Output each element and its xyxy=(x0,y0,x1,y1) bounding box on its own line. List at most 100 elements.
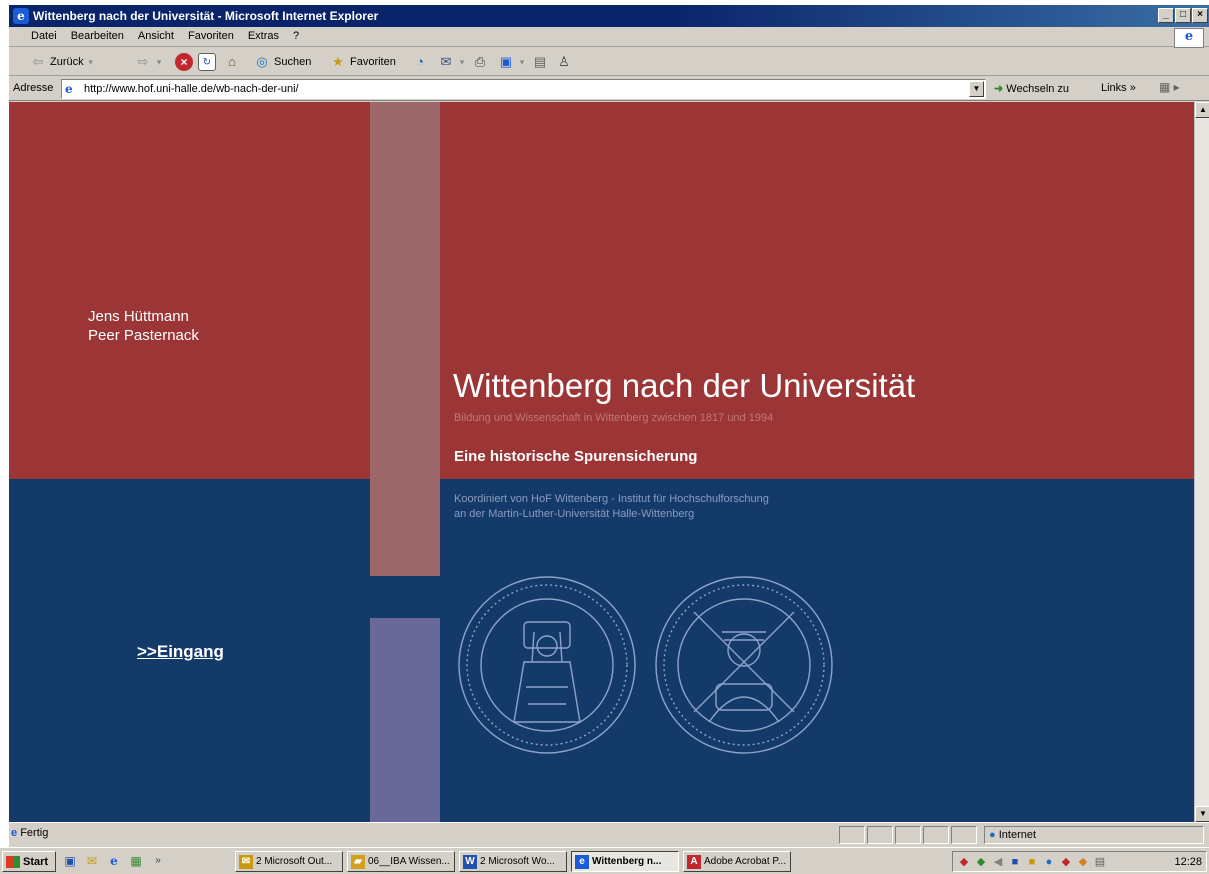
task-outlook[interactable]: ✉ 2 Microsoft Out... xyxy=(235,851,343,872)
desktop-icon[interactable]: ▣ xyxy=(62,853,78,869)
edit-button[interactable]: ▣ ▾ xyxy=(497,52,526,72)
coordination-line: an der Martin-Luther-Universität Halle-W… xyxy=(454,508,695,520)
task-label: 2 Microsoft Out... xyxy=(256,856,333,867)
more-chevron-icon[interactable]: » xyxy=(150,853,166,869)
search-label: Suchen xyxy=(274,56,312,68)
back-arrow-icon: ⇦ xyxy=(32,54,44,69)
start-button[interactable]: Start xyxy=(2,851,56,872)
scroll-up-button[interactable]: ▲ xyxy=(1195,102,1209,118)
dropdown-arrow-icon: ▾ xyxy=(156,57,162,67)
history-button[interactable]: ◔ xyxy=(411,52,429,72)
acrobat-task-icon: A xyxy=(687,854,701,869)
print-button[interactable]: ⎙ xyxy=(471,52,489,72)
menu-favoriten[interactable]: Favoriten xyxy=(188,30,234,42)
messenger-button[interactable]: ♙ xyxy=(555,52,573,72)
status-text: e Fertig xyxy=(11,827,48,839)
home-button[interactable]: ⌂ xyxy=(223,52,241,72)
dropdown-arrow-icon: ▾ xyxy=(88,57,93,67)
refresh-icon: ↻ xyxy=(198,53,216,71)
menu-extras[interactable]: Extras xyxy=(248,30,279,42)
folder-task-icon: ▰ xyxy=(351,854,365,869)
stop-icon: × xyxy=(175,53,193,71)
address-dropdown-button[interactable]: ▼ xyxy=(969,81,984,97)
address-label: Adresse xyxy=(13,82,54,94)
task-browser[interactable]: e Wittenberg n... xyxy=(571,851,679,872)
favorites-icon: ★ xyxy=(332,54,344,69)
internet-globe-icon: ● xyxy=(989,829,996,841)
task-word[interactable]: W 2 Microsoft Wo... xyxy=(459,851,567,872)
toolbar-extra-icon[interactable]: ▦ ▸ xyxy=(1159,80,1189,98)
university-seals-image xyxy=(458,576,833,754)
ie-logo-icon: e xyxy=(13,8,29,24)
seal-left-icon xyxy=(458,576,636,754)
tray-icon[interactable]: ◆ xyxy=(957,855,971,869)
security-zone: ● Internet xyxy=(984,826,1204,844)
ie-task-icon: e xyxy=(575,854,589,869)
status-panel xyxy=(839,826,865,844)
tray-icon[interactable]: ◆ xyxy=(1076,855,1090,869)
pillar-bottom xyxy=(370,618,440,822)
messenger-icon: ♙ xyxy=(558,54,570,69)
vertical-scrollbar[interactable]: ▲ ▼ xyxy=(1194,102,1209,822)
entry-link[interactable]: >>Eingang xyxy=(137,642,224,662)
forward-button[interactable]: ⇨ ▾ xyxy=(134,52,163,72)
toolbar: ⇦ Zurück ▾ ⇨ ▾ × ↻ ⌂ ◎ Suchen ★ Favorite… xyxy=(9,48,1209,76)
menu-datei[interactable]: Datei xyxy=(31,30,57,42)
status-panel xyxy=(895,826,921,844)
back-button[interactable]: ⇦ Zurück ▾ xyxy=(29,52,95,72)
status-label: Fertig xyxy=(20,827,49,839)
close-button[interactable]: × xyxy=(1192,8,1208,23)
maximize-button[interactable]: □ xyxy=(1175,8,1191,23)
links-button[interactable]: Links » xyxy=(1101,82,1136,94)
search-button[interactable]: ◎ Suchen xyxy=(253,52,311,72)
address-url: http://www.hof.uni-halle.de/wb-nach-der-… xyxy=(84,83,299,95)
go-button[interactable]: ➜ Wechseln zu xyxy=(994,82,1069,95)
menu-items: Datei Bearbeiten Ansicht Favoriten Extra… xyxy=(31,30,299,42)
search-icon: ◎ xyxy=(256,54,268,69)
status-panel xyxy=(951,826,977,844)
discuss-icon: ▤ xyxy=(533,54,547,69)
mail-button[interactable]: ✉ ▾ xyxy=(437,52,466,72)
app-quicklaunch-icon[interactable]: ▦ xyxy=(128,853,144,869)
menu-ansicht[interactable]: Ansicht xyxy=(138,30,174,42)
task-label: 06__IBA Wissen... xyxy=(368,856,450,867)
address-input[interactable]: e http://www.hof.uni-halle.de/wb-nach-de… xyxy=(61,79,986,99)
tray-icon[interactable]: ▤ xyxy=(1093,855,1107,869)
zone-label: Internet xyxy=(998,829,1037,841)
window-controls: _ □ × xyxy=(1158,8,1208,23)
tray-icon[interactable]: ■ xyxy=(1025,855,1039,869)
menu-help[interactable]: ? xyxy=(293,30,299,42)
authors: Jens Hüttmann Peer Pasternack xyxy=(88,307,199,345)
task-folder[interactable]: ▰ 06__IBA Wissen... xyxy=(347,851,455,872)
scroll-down-button[interactable]: ▼ xyxy=(1195,806,1209,822)
title-bar[interactable]: e Wittenberg nach der Universität - Micr… xyxy=(9,5,1209,27)
start-label: Start xyxy=(23,855,49,868)
tray-icon[interactable]: ◆ xyxy=(974,855,988,869)
outlook-icon[interactable]: ✉ xyxy=(84,853,100,869)
status-bar: e Fertig ● Internet xyxy=(9,822,1209,847)
browser-window: e Wittenberg nach der Universität - Micr… xyxy=(8,4,1209,847)
stop-button[interactable]: × xyxy=(175,52,193,72)
outlook-task-icon: ✉ xyxy=(239,854,253,869)
print-icon: ⎙ xyxy=(474,54,486,69)
minimize-button[interactable]: _ xyxy=(1158,8,1174,23)
quick-launch: ▣ ✉ e ▦ » xyxy=(62,853,166,869)
forward-arrow-icon: ⇨ xyxy=(137,54,149,69)
network-icon[interactable]: ● xyxy=(1042,855,1056,869)
status-panel xyxy=(867,826,893,844)
task-label: Wittenberg n... xyxy=(592,856,662,867)
task-acrobat[interactable]: A Adobe Acrobat P... xyxy=(683,851,791,872)
discuss-button[interactable]: ▤ xyxy=(531,52,549,72)
tray-icon[interactable]: ■ xyxy=(1008,855,1022,869)
refresh-button[interactable]: ↻ xyxy=(198,52,216,72)
volume-icon[interactable]: ◀ xyxy=(991,855,1005,869)
task-label: 2 Microsoft Wo... xyxy=(480,856,555,867)
menu-bearbeiten[interactable]: Bearbeiten xyxy=(71,30,124,42)
go-label: Wechseln zu xyxy=(1006,83,1070,95)
favorites-button[interactable]: ★ Favoriten xyxy=(329,52,396,72)
page-subtitle: Bildung und Wissenschaft in Wittenberg z… xyxy=(454,412,774,424)
favorites-label: Favoriten xyxy=(350,56,396,68)
ie-quicklaunch-icon[interactable]: e xyxy=(106,853,122,869)
tray-icon[interactable]: ◆ xyxy=(1059,855,1073,869)
screen: e Wittenberg nach der Universität - Micr… xyxy=(0,0,1209,874)
